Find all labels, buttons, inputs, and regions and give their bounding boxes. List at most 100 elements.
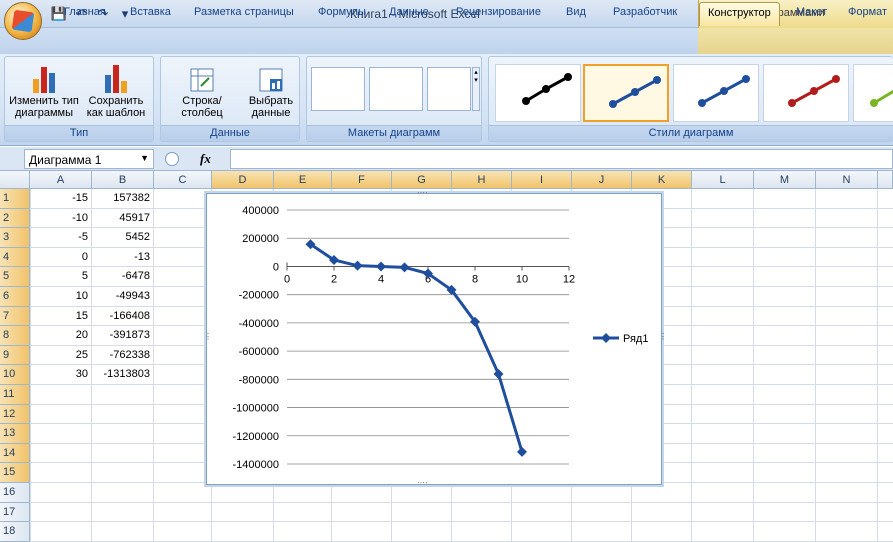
layout-2-tile[interactable] bbox=[369, 67, 423, 111]
tab-formulas[interactable]: Формулы bbox=[318, 6, 366, 18]
data-point bbox=[399, 262, 410, 273]
tab-home[interactable]: Главная bbox=[64, 6, 106, 18]
cell-a-6[interactable]: 10 bbox=[30, 287, 88, 305]
layout-3-tile[interactable] bbox=[427, 67, 471, 111]
layouts-scroll-icon[interactable]: ▴ ▾ bbox=[472, 67, 480, 111]
column-header-j[interactable]: J bbox=[572, 171, 632, 189]
column-header-g[interactable]: G bbox=[392, 171, 452, 189]
switch-row-column-icon bbox=[186, 61, 218, 93]
cell-b-6[interactable]: -49943 bbox=[92, 287, 150, 305]
layout-1-tile[interactable] bbox=[311, 67, 365, 111]
chart-style-4[interactable] bbox=[763, 64, 849, 122]
change-chart-type-button[interactable]: Изменить тип диаграммы bbox=[9, 61, 79, 119]
cell-b-5[interactable]: -6478 bbox=[92, 267, 150, 285]
select-all-corner[interactable] bbox=[0, 171, 30, 189]
row-header-5[interactable]: 5 bbox=[0, 267, 30, 287]
row-header-15[interactable]: 15 bbox=[0, 463, 30, 483]
chart-style-5[interactable] bbox=[853, 64, 893, 122]
cell-b-3[interactable]: 5452 bbox=[92, 228, 150, 246]
tab-insert[interactable]: Вставка bbox=[130, 6, 171, 18]
column-header-i[interactable]: I bbox=[512, 171, 572, 189]
tab-layout[interactable]: Макет bbox=[796, 6, 827, 18]
insert-function-icon[interactable]: fx bbox=[200, 151, 211, 167]
tab-data[interactable]: Данные bbox=[389, 6, 429, 18]
column-header-b[interactable]: B bbox=[92, 171, 154, 189]
row-header-14[interactable]: 14 bbox=[0, 443, 30, 464]
tab-page-layout[interactable]: Разметка страницы bbox=[194, 6, 294, 18]
tab-view[interactable]: Вид bbox=[566, 6, 586, 18]
select-data-label: Выбрать данные bbox=[248, 95, 294, 119]
row-header-18[interactable]: 18 bbox=[0, 522, 30, 542]
cell-a-7[interactable]: 15 bbox=[30, 307, 88, 325]
column-header-h[interactable]: H bbox=[452, 171, 512, 189]
resize-handle-left[interactable]: ⋮ bbox=[204, 333, 212, 341]
cell-a-9[interactable]: 25 bbox=[30, 346, 88, 364]
column-header-e[interactable]: E bbox=[274, 171, 332, 189]
column-header-d[interactable]: D bbox=[212, 171, 274, 189]
row-header-2[interactable]: 2 bbox=[0, 208, 30, 229]
column-header-a[interactable]: A bbox=[30, 171, 92, 189]
x-tick-label: 4 bbox=[378, 273, 384, 285]
office-button[interactable] bbox=[4, 2, 42, 40]
chart-style-1[interactable] bbox=[495, 64, 581, 122]
resize-handle-right[interactable]: ⋮ bbox=[659, 333, 667, 341]
cell-b-2[interactable]: 45917 bbox=[92, 209, 150, 227]
switch-row-column-button[interactable]: Строка/столбец bbox=[163, 61, 241, 119]
row-header-13[interactable]: 13 bbox=[0, 424, 30, 444]
chart-style-3[interactable] bbox=[673, 64, 759, 122]
cell-b-10[interactable]: -1313803 bbox=[92, 365, 151, 383]
row-header-9[interactable]: 9 bbox=[0, 345, 30, 366]
y-tick-label: -1200000 bbox=[233, 431, 280, 443]
cell-a-1[interactable]: -15 bbox=[30, 189, 88, 207]
column-header-l[interactable]: L bbox=[692, 171, 754, 189]
column-header-n[interactable]: N bbox=[816, 171, 878, 189]
change-chart-type-label: Изменить тип диаграммы bbox=[9, 95, 79, 119]
cell-a-5[interactable]: 5 bbox=[30, 267, 88, 285]
column-gridline bbox=[877, 189, 878, 542]
cell-b-4[interactable]: -13 bbox=[92, 248, 150, 266]
tab-review[interactable]: Рецензирование bbox=[456, 6, 541, 18]
cell-a-8[interactable]: 20 bbox=[30, 326, 88, 344]
cell-a-10[interactable]: 30 bbox=[30, 365, 88, 383]
chart-style-2[interactable] bbox=[583, 64, 669, 122]
chart-styles-label: Стили диаграмм bbox=[489, 125, 893, 141]
row-header-11[interactable]: 11 bbox=[0, 385, 30, 405]
name-box[interactable]: Диаграмма 1 ▼ bbox=[24, 149, 154, 169]
cell-b-7[interactable]: -166408 bbox=[92, 307, 150, 325]
column-header-k[interactable]: K bbox=[632, 171, 692, 189]
tab-format[interactable]: Формат bbox=[848, 6, 887, 18]
formula-input[interactable] bbox=[230, 149, 893, 169]
row-header-4[interactable]: 4 bbox=[0, 247, 30, 268]
row-header-12[interactable]: 12 bbox=[0, 404, 30, 425]
save-as-template-button[interactable]: Сохранить как шаблон bbox=[81, 61, 151, 119]
column-header-m[interactable]: M bbox=[754, 171, 816, 189]
y-tick-label: 0 bbox=[273, 261, 279, 273]
cell-b-1[interactable]: 157382 bbox=[92, 189, 150, 207]
row-header-10[interactable]: 10 bbox=[0, 365, 30, 385]
tab-developer[interactable]: Разработчик bbox=[613, 6, 677, 18]
row-header-8[interactable]: 8 bbox=[0, 326, 30, 346]
cell-b-9[interactable]: -762338 bbox=[92, 346, 150, 364]
cell-b-8[interactable]: -391873 bbox=[92, 326, 150, 344]
row-header-3[interactable]: 3 bbox=[0, 228, 30, 248]
cell-a-4[interactable]: 0 bbox=[30, 248, 88, 266]
chart-object[interactable]: 400000 200000 0 -200000 -400000 -600000 -80000… bbox=[204, 189, 667, 487]
row-header-7[interactable]: 7 bbox=[0, 306, 30, 327]
select-data-button[interactable]: Выбрать данные bbox=[243, 61, 299, 119]
ribbon: Изменить тип диаграммы Сохранить как шаб… bbox=[0, 54, 893, 146]
column-header-extra bbox=[878, 171, 893, 189]
column-header-c[interactable]: C bbox=[154, 171, 212, 189]
formula-cancel-icon bbox=[165, 152, 179, 166]
row-header-1[interactable]: 1 bbox=[0, 189, 30, 209]
resize-handle-bottom[interactable]: ···· bbox=[417, 479, 428, 487]
cell-a-2[interactable]: -10 bbox=[30, 209, 88, 227]
row-header-17[interactable]: 17 bbox=[0, 502, 30, 523]
chevron-down-icon[interactable]: ▼ bbox=[140, 153, 149, 163]
data-group-label: Данные bbox=[161, 125, 299, 141]
tab-design[interactable]: Конструктор bbox=[699, 2, 780, 26]
row-header-16[interactable]: 16 bbox=[0, 483, 30, 503]
column-header-f[interactable]: F bbox=[332, 171, 392, 189]
row-header-6[interactable]: 6 bbox=[0, 287, 30, 307]
cell-a-3[interactable]: -5 bbox=[30, 228, 88, 246]
resize-handle-top[interactable]: ···· bbox=[417, 189, 428, 197]
